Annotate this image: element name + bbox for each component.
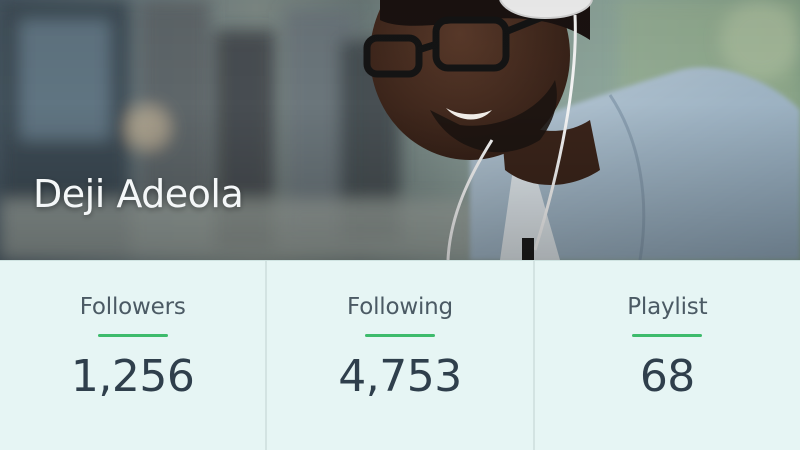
cover-shade bbox=[0, 0, 800, 260]
stat-value: 68 bbox=[639, 351, 696, 402]
cover-photo: Deji Adeola bbox=[0, 0, 800, 260]
stat-following[interactable]: Following 4,753 bbox=[265, 261, 532, 450]
stat-label: Followers bbox=[79, 294, 186, 320]
stat-label: Following bbox=[347, 294, 453, 320]
stat-accent-bar bbox=[364, 334, 435, 337]
stat-value: 4,753 bbox=[338, 351, 462, 402]
profile-name: Deji Adeola bbox=[33, 172, 244, 216]
stat-accent-bar bbox=[632, 334, 703, 337]
stat-value: 1,256 bbox=[70, 351, 195, 402]
stat-accent-bar bbox=[97, 334, 168, 337]
stats-panel: Followers 1,256 Following 4,753 Playlist… bbox=[0, 260, 800, 450]
stat-label: Playlist bbox=[627, 294, 708, 320]
profile-card: Deji Adeola Followers 1,256 Following 4,… bbox=[0, 0, 800, 450]
stat-followers[interactable]: Followers 1,256 bbox=[0, 261, 265, 450]
stat-playlist[interactable]: Playlist 68 bbox=[532, 261, 800, 450]
